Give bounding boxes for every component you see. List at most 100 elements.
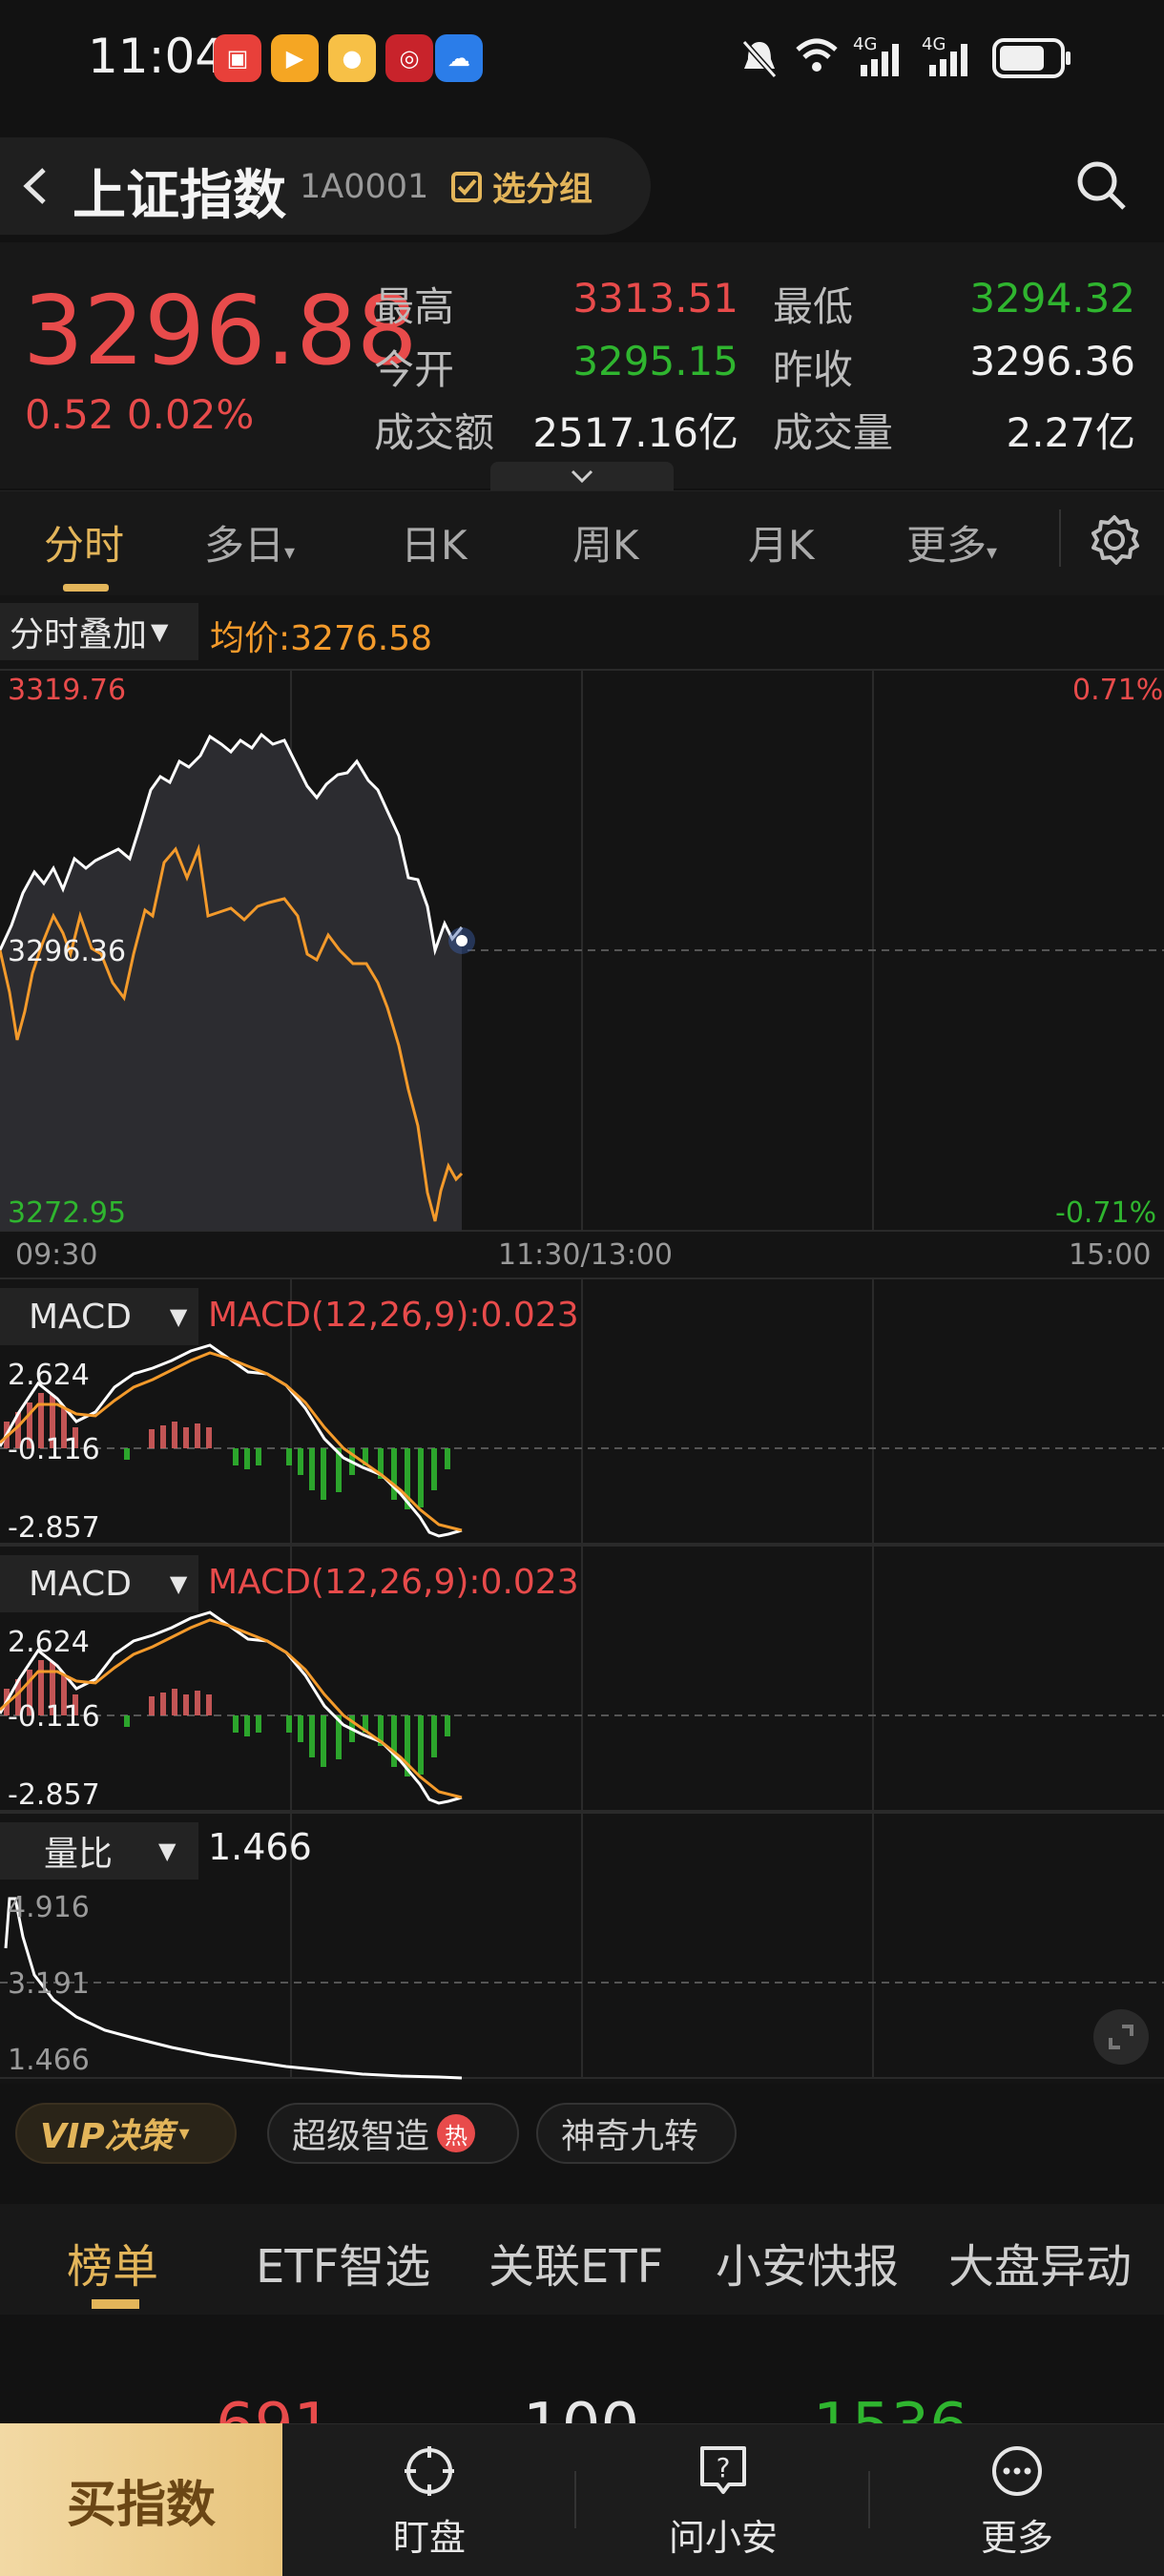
macd1-selector[interactable]: MACD ▼ <box>0 1288 198 1345</box>
status-time: 11:04 <box>88 29 226 84</box>
macd2-value: MACD(12,26,9):0.023 <box>208 1563 579 1602</box>
tab-more[interactable]: 更多▾ <box>906 513 997 571</box>
hot-badge: 热 <box>437 2114 476 2152</box>
tab-weekly-k[interactable]: 周K <box>572 513 639 571</box>
overlay-selector[interactable]: 分时叠加 ▼ <box>0 603 198 660</box>
prev-close-value: 3296.36 <box>969 338 1135 384</box>
super-smart-button[interactable]: 超级智造 热 <box>267 2103 519 2164</box>
more-dots-icon <box>992 2446 1042 2496</box>
low-value: 3294.32 <box>969 275 1135 322</box>
current-point <box>456 935 468 946</box>
news-tab-indicator <box>92 2299 139 2309</box>
macd2-selector-label: MACD <box>29 1564 132 1604</box>
tab-daily-k[interactable]: 日K <box>401 513 468 571</box>
volume-ratio-y-bottom: 1.466 <box>8 2044 90 2077</box>
nav-more-label: 更多 <box>980 2517 1053 2559</box>
high-value: 3313.51 <box>572 275 738 322</box>
open-value: 3295.15 <box>572 338 738 384</box>
volume-ratio-value: 1.466 <box>208 1826 312 1868</box>
select-group-button[interactable]: 选分组 <box>450 162 592 211</box>
dropdown-triangle-icon: ▾ <box>178 2121 190 2146</box>
nav-more[interactable]: 更多 <box>912 2442 1122 2561</box>
battery-icon <box>992 38 1070 78</box>
amount-label: 成交额 <box>374 409 495 456</box>
x-axis-start: 09:30 <box>15 1238 98 1272</box>
tab-intraday[interactable]: 分时 <box>44 513 124 571</box>
magic-nine-button[interactable]: 神奇九转 <box>536 2103 737 2164</box>
nav-watch-label: 盯盘 <box>392 2517 466 2559</box>
low-label: 最低 <box>773 283 854 330</box>
checkbox-icon <box>451 171 482 202</box>
weather-app-icon: ☁ <box>435 34 483 82</box>
stats-peek: 691 100 1536 <box>0 2315 1164 2423</box>
crosshair-icon <box>405 2446 454 2496</box>
price-change: 0.52 0.02% <box>25 391 254 438</box>
prev-close-label: 昨收 <box>773 346 854 393</box>
macd1-y-bottom: -2.857 <box>8 1511 100 1545</box>
change-percent: 0.02% <box>126 391 255 438</box>
back-arrow-icon[interactable] <box>15 162 57 210</box>
volume-ratio-y-mid: 3.191 <box>8 1967 90 2001</box>
amount-value: 2517.16亿 <box>532 409 738 456</box>
buy-index-button[interactable]: 买指数 <box>0 2423 282 2576</box>
pct-axis-bottom: -0.71% <box>1055 1196 1157 1230</box>
macd2-y-bottom: -2.857 <box>8 1778 100 1812</box>
select-group-label: 选分组 <box>492 171 593 209</box>
expand-quote-button[interactable] <box>490 462 674 490</box>
vip-decision-label: VIP决策 <box>40 2117 174 2156</box>
dropdown-triangle-icon: ▼ <box>169 1303 188 1330</box>
tab-active-indicator <box>63 584 109 592</box>
gear-icon[interactable] <box>1088 513 1141 567</box>
tab-xiaoan-news[interactable]: 小安快报 <box>716 2229 899 2296</box>
vip-decision-button[interactable]: VIP决策 ▾ <box>15 2103 237 2164</box>
tab-related-etf[interactable]: 关联ETF <box>488 2229 663 2296</box>
last-price: 3296.88 <box>23 275 418 386</box>
chevron-down-icon <box>571 469 593 484</box>
mute-icon <box>741 40 778 78</box>
signal-icon-1 <box>861 44 899 76</box>
app-notification-icon-2: ● <box>328 34 376 82</box>
stat-flat-count: 100 <box>523 2391 639 2423</box>
tab-market-moves[interactable]: 大盘异动 <box>948 2229 1132 2296</box>
video-app-icon: ▶ <box>271 34 319 82</box>
pct-axis-top: 0.71% <box>1072 674 1164 707</box>
y-axis-prev-close: 3296.36 <box>8 935 127 968</box>
stat-down-count: 1536 <box>813 2391 968 2423</box>
question-chat-icon: ? <box>700 2446 746 2494</box>
nav-divider <box>574 2471 576 2528</box>
tab-multi-day[interactable]: 多日▾ <box>204 513 295 571</box>
nav-ask[interactable]: ? 问小安 <box>618 2442 828 2561</box>
volume-value: 2.27亿 <box>1006 409 1135 456</box>
x-axis-end: 15:00 <box>1069 1238 1152 1272</box>
volume-ratio-selector[interactable]: 量比 ▼ <box>0 1822 198 1880</box>
nav-watch[interactable]: 盯盘 <box>324 2442 534 2561</box>
macd2-y-mid: -0.116 <box>8 1700 100 1734</box>
expand-icon <box>1109 2025 1133 2049</box>
super-smart-label: 超级智造 <box>292 2117 430 2156</box>
signal-icon-2 <box>929 44 967 76</box>
nav-divider-2 <box>868 2471 870 2528</box>
index-code: 1A0001 <box>300 168 429 206</box>
average-price: 均价:3276.58 <box>210 619 432 658</box>
tab-rankings[interactable]: 榜单 <box>67 2229 158 2296</box>
macd2-selector[interactable]: MACD ▼ <box>0 1555 198 1612</box>
y-axis-top: 3319.76 <box>8 674 127 707</box>
volume-ratio-y-top: 4.916 <box>8 1891 90 1924</box>
change-value: 0.52 <box>25 391 114 438</box>
fullscreen-button[interactable] <box>1093 2009 1149 2065</box>
svg-text:?: ? <box>717 2452 731 2483</box>
macd1-y-top: 2.624 <box>8 1359 90 1392</box>
volume-label: 成交量 <box>773 409 894 456</box>
stat-up-count: 691 <box>216 2391 332 2423</box>
nav-ask-label: 问小安 <box>668 2517 778 2559</box>
macd1-selector-label: MACD <box>29 1297 132 1337</box>
macd1-histogram-green <box>124 1448 450 1509</box>
search-icon[interactable] <box>1074 158 1128 212</box>
tab-etf-select[interactable]: ETF智选 <box>256 2229 430 2296</box>
price-area <box>0 735 462 1231</box>
tab-more-label: 更多 <box>906 522 987 569</box>
high-label: 最高 <box>374 283 455 330</box>
dropdown-triangle-icon: ▼ <box>169 1570 188 1597</box>
macd2-histogram-green <box>124 1715 450 1776</box>
tab-monthly-k[interactable]: 月K <box>748 513 815 571</box>
